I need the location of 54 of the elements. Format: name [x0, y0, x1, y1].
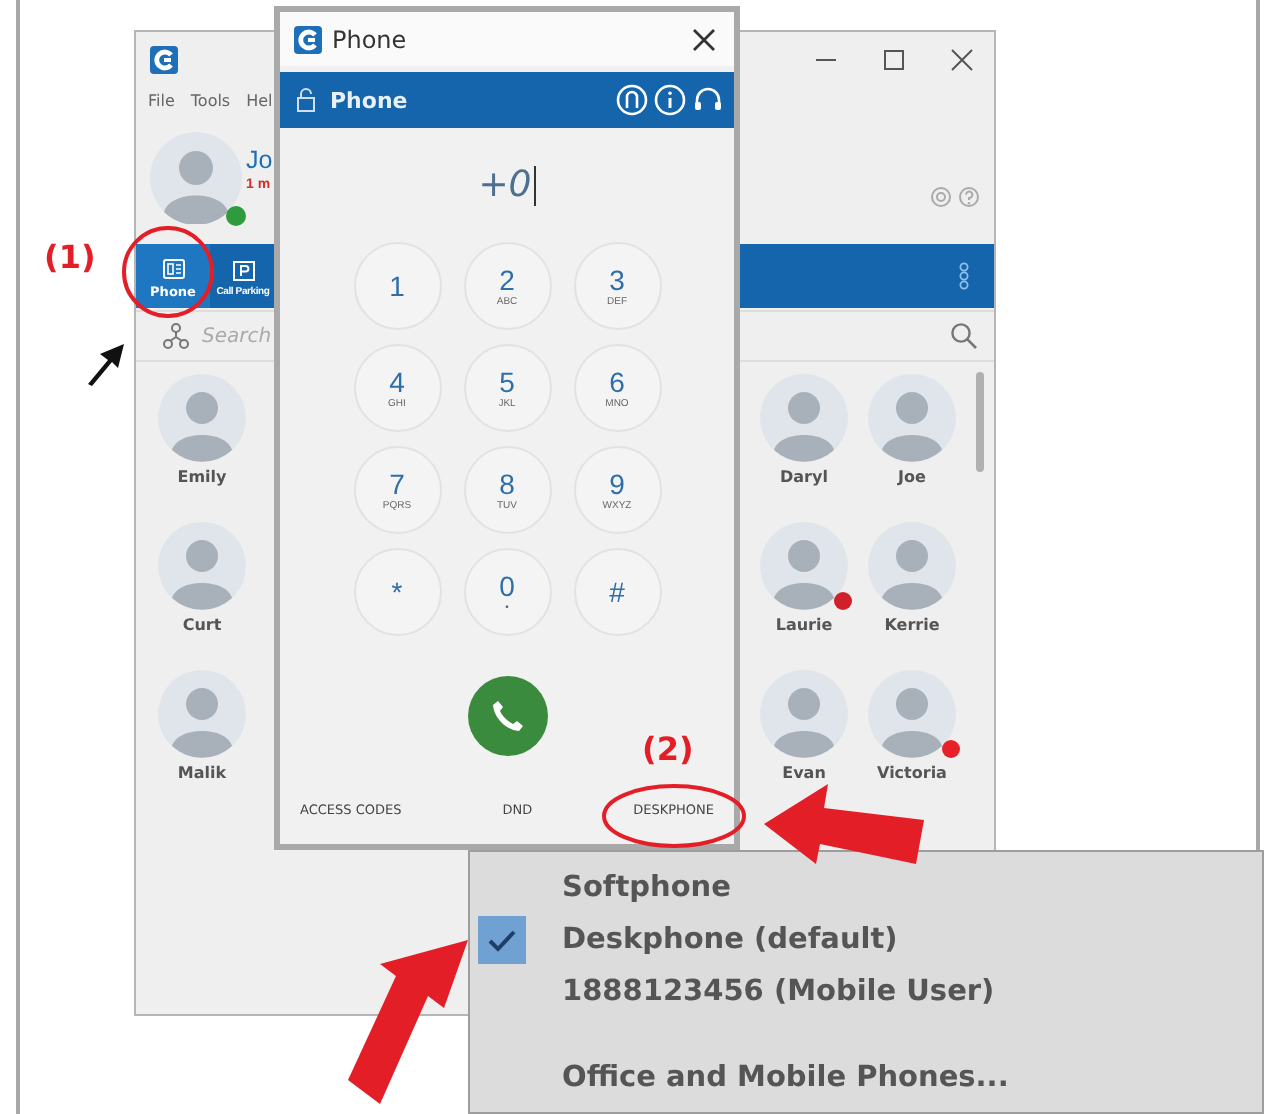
app-logo	[294, 25, 322, 53]
avatar	[868, 522, 956, 610]
contact-name: Evan	[782, 764, 826, 782]
avatar	[158, 670, 246, 758]
call-button[interactable]	[467, 676, 547, 756]
contact-name: Joe	[898, 468, 926, 486]
avatar	[868, 374, 956, 462]
avatar	[158, 374, 246, 462]
menu-item[interactable]: Softphone	[562, 872, 731, 904]
parking-icon	[231, 260, 255, 282]
window-title: Phone	[332, 25, 407, 53]
highlight-circle	[120, 224, 216, 320]
callout-label: (2)	[642, 730, 694, 768]
scrollbar[interactable]	[976, 372, 984, 472]
menu-item[interactable]: Hel	[246, 91, 273, 109]
dial-key[interactable]: 1	[353, 242, 441, 330]
avatar	[868, 670, 956, 758]
maximize-icon[interactable]	[882, 47, 906, 71]
menu-item[interactable]: Deskphone (default)	[562, 924, 898, 956]
close-icon[interactable]	[950, 47, 974, 71]
contact-name: Daryl	[780, 468, 828, 486]
phone-book-icon	[161, 258, 185, 280]
contact-name: Emily	[177, 468, 227, 486]
user-name: Jo	[246, 144, 273, 178]
contact-name: Malik	[177, 764, 227, 782]
avatar	[760, 374, 848, 462]
avatar	[150, 132, 242, 224]
contact-name: Curt	[182, 616, 222, 634]
header-title: Phone	[330, 87, 408, 113]
search-field[interactable]: Search	[202, 325, 938, 347]
contact-name: Victoria	[877, 764, 947, 782]
menu-item[interactable]: 1888123456 (Mobile User)	[562, 976, 995, 1008]
avatar	[760, 670, 848, 758]
lock-icon	[296, 88, 316, 112]
network-icon[interactable]	[162, 322, 190, 350]
dial-key[interactable]: #	[573, 548, 661, 636]
close-icon[interactable]	[692, 27, 716, 51]
contact-name: Kerrie	[884, 616, 940, 634]
phone-handset-icon	[489, 698, 525, 734]
callout-label: (1)	[44, 238, 96, 276]
headset-icon[interactable]	[692, 84, 724, 116]
dial-number-field[interactable]: +0	[478, 165, 536, 205]
info-icon[interactable]	[654, 84, 686, 116]
pointer-arrow	[84, 340, 128, 388]
more-icon[interactable]	[958, 262, 970, 290]
menu-item[interactable]: Office and Mobile Phones...	[562, 1062, 1009, 1094]
app-logo	[150, 45, 178, 73]
search-icon[interactable]	[950, 322, 978, 350]
menu-item[interactable]: File	[148, 91, 175, 109]
menu-item[interactable]: Tools	[190, 91, 231, 109]
avatar	[158, 522, 246, 610]
contact-name: Laurie	[775, 616, 833, 634]
avatar	[760, 522, 848, 610]
dial-key[interactable]: *	[353, 548, 441, 636]
